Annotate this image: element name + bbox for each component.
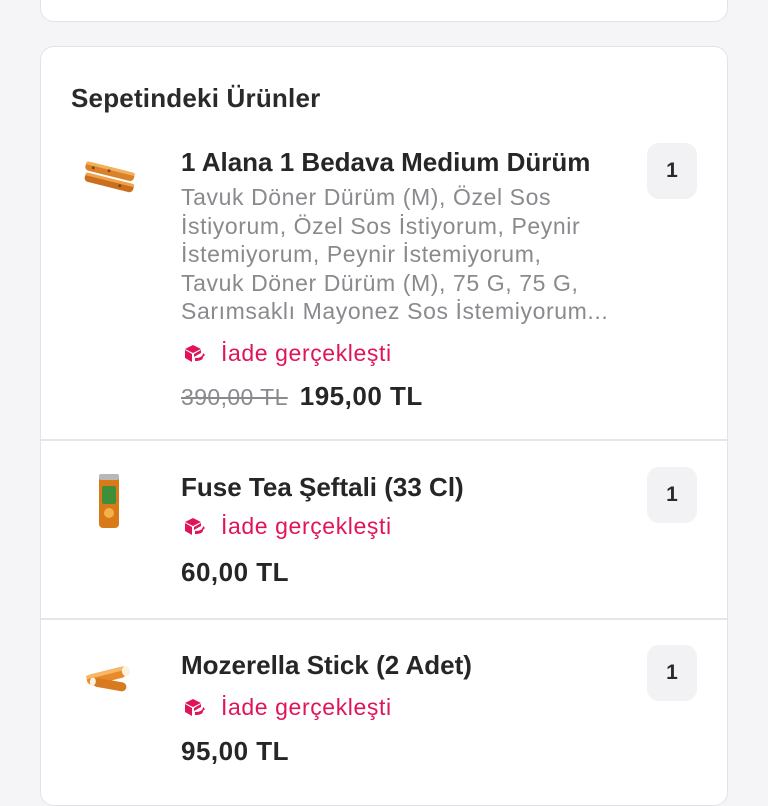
quantity-badge[interactable]: 1 [647, 143, 697, 199]
cart-item[interactable]: 1 Alana 1 Bedava Medium Dürüm Tavuk Döne… [41, 47, 727, 441]
item-name: 1 Alana 1 Bedava Medium Dürüm [181, 147, 591, 177]
price: 195,00 TL [299, 381, 423, 411]
status-label: İade gerçekleşti [221, 513, 392, 539]
refund-status: İade gerçekleşti [181, 694, 392, 721]
item-name: Mozerella Stick (2 Adet) [181, 650, 472, 680]
description-line: Tavuk Döner Dürüm (M), Özel Sos [181, 184, 552, 210]
wrap-food-icon [71, 149, 147, 209]
description-line: Sarımsaklı Mayonez Sos İstemiyorum... [181, 298, 609, 325]
refund-status: İade gerçekleşti [181, 513, 392, 540]
quantity-badge[interactable]: 1 [647, 645, 697, 701]
item-name: Fuse Tea Şeftali (33 Cl) [181, 472, 464, 502]
item-description: Tavuk Döner Dürüm (M), Özel Sos İstiyoru… [181, 183, 651, 326]
price: 60,00 TL [181, 557, 290, 587]
refund-box-icon [181, 516, 207, 538]
refund-box-icon [181, 697, 207, 719]
price-row: 95,00 TL [181, 736, 289, 767]
description-line: Tavuk Döner Dürüm (M), 75 G, 75 G, [181, 269, 579, 296]
quantity-badge[interactable]: 1 [647, 467, 697, 523]
cart-item[interactable]: Fuse Tea Şeftali (33 Cl) İade gerçekleşt… [41, 441, 727, 620]
description-line: İstemiyorum, Peynir İstemiyorum, [181, 241, 542, 268]
drink-can-icon [71, 469, 147, 533]
previous-card [40, 0, 728, 22]
description-line: İstiyorum, Özel Sos İstiyorum, Peynir [181, 212, 581, 239]
status-label: İade gerçekleşti [221, 694, 392, 720]
old-price: 390,00 TL [181, 384, 288, 410]
price-row: 390,00 TL 195,00 TL [181, 381, 423, 412]
price-row: 60,00 TL [181, 557, 289, 588]
mozzarella-stick-icon [71, 648, 147, 708]
cart-items-card: Sepetindeki Ürünler 1 Alana 1 Bedava Med… [40, 46, 728, 806]
status-label: İade gerçekleşti [221, 340, 392, 366]
price: 95,00 TL [181, 736, 290, 766]
cart-item[interactable]: Mozerella Stick (2 Adet) İade gerçekleşt… [41, 620, 727, 805]
refund-box-icon [181, 343, 207, 365]
refund-status: İade gerçekleşti [181, 340, 392, 367]
